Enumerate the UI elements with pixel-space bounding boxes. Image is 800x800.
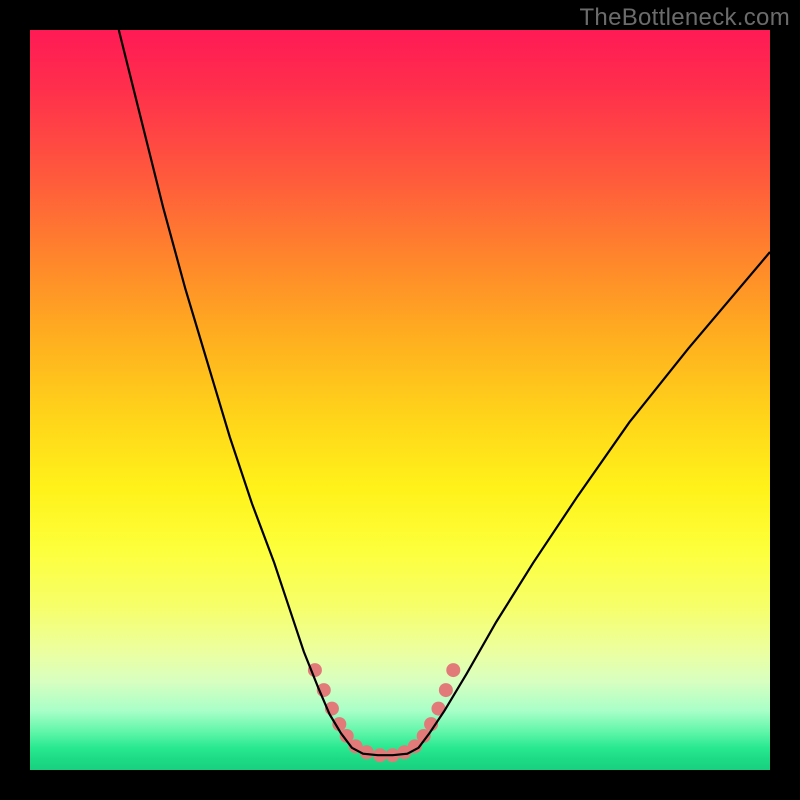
- bottleneck-curve: [119, 30, 770, 755]
- outer-frame: TheBottleneck.com: [0, 0, 800, 800]
- chart-svg: [30, 30, 770, 770]
- plot-area: [30, 30, 770, 770]
- markers-group: [308, 663, 460, 762]
- highlight-marker: [439, 683, 453, 697]
- highlight-marker: [446, 663, 460, 677]
- watermark-text: TheBottleneck.com: [579, 4, 790, 32]
